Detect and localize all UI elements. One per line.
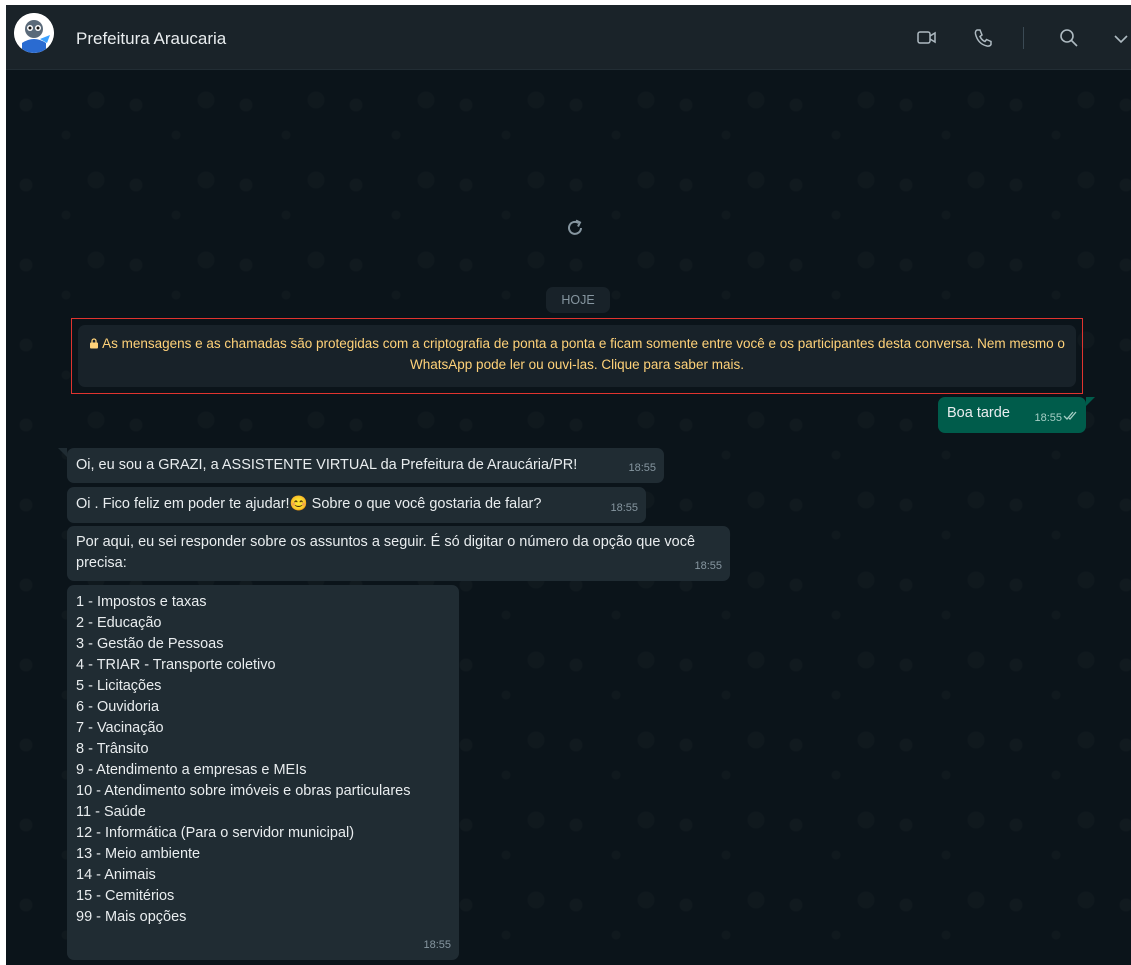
date-separator: HOJE	[546, 287, 610, 313]
menu-option: 5 - Licitações	[76, 678, 162, 694]
incoming-message[interactable]: Por aqui, eu sei responder sobre os assu…	[67, 526, 730, 581]
menu-message[interactable]: 1 - Impostos e taxas 2 - Educação 3 - Ge…	[67, 585, 459, 960]
message-time: 18:55	[1034, 412, 1062, 424]
menu-option: 6 - Ouvidoria	[76, 699, 160, 715]
message-text: Por aqui, eu sei responder sobre os assu…	[76, 534, 696, 571]
avatar[interactable]	[14, 13, 54, 53]
bubble-tail	[58, 448, 67, 457]
menu-option: 15 - Cemitérios	[76, 888, 175, 904]
bubble-tail	[1086, 397, 1095, 406]
read-receipt-icon	[1063, 407, 1079, 428]
menu-option: 14 - Animais	[76, 867, 156, 883]
encryption-notice-highlight: As mensagens e as chamadas são protegida…	[71, 318, 1083, 394]
message-time: 18:55	[694, 560, 722, 572]
menu-option: 8 - Trânsito	[76, 741, 149, 757]
message-time: 18:55	[423, 939, 451, 951]
message-time: 18:55	[610, 502, 638, 514]
smile-emoji-icon: 😊	[289, 496, 308, 512]
chat-header[interactable]: Prefeitura Araucaria	[6, 5, 1131, 70]
header-divider	[1023, 27, 1024, 49]
message-text-continued: Sobre o que você gostaria de falar?	[307, 496, 542, 512]
menu-option: 9 - Atendimento a empresas e MEIs	[76, 762, 307, 778]
menu-option: 2 - Educação	[76, 615, 162, 631]
search-icon[interactable]	[1058, 27, 1080, 49]
lock-icon	[89, 336, 102, 351]
incoming-message[interactable]: Oi, eu sou a GRAZI, a ASSISTENTE VIRTUAL…	[67, 448, 664, 483]
encryption-notice[interactable]: As mensagens e as chamadas são protegida…	[78, 325, 1076, 387]
menu-option: 11 - Saúde	[76, 804, 146, 820]
voice-call-icon[interactable]	[972, 27, 994, 49]
incoming-message[interactable]: Oi . Fico feliz em poder te ajudar!😊 Sob…	[67, 487, 646, 523]
encryption-notice-text: As mensagens e as chamadas são protegida…	[102, 336, 1065, 372]
menu-option: 1 - Impostos e taxas	[76, 594, 207, 610]
message-text: Oi, eu sou a GRAZI, a ASSISTENTE VIRTUAL…	[76, 457, 578, 473]
menu-option: 7 - Vacinação	[76, 720, 164, 736]
whatsapp-window: Prefeitura Araucaria HOJE As mensagens e…	[6, 5, 1131, 965]
menu-option: 12 - Informática (Para o servidor munici…	[76, 825, 355, 841]
chat-title[interactable]: Prefeitura Araucaria	[76, 29, 226, 49]
outgoing-message[interactable]: Boa tarde 18:55	[938, 397, 1086, 433]
menu-option: 99 - Mais opções	[76, 909, 187, 925]
message-time: 18:55	[628, 462, 656, 474]
menu-option: 10 - Atendimento sobre imóveis e obras p…	[76, 783, 411, 799]
video-call-icon[interactable]	[916, 27, 938, 49]
chevron-down-icon[interactable]	[1110, 27, 1131, 49]
menu-option: 3 - Gestão de Pessoas	[76, 636, 224, 652]
message-text: Oi . Fico feliz em poder te ajudar!	[76, 496, 290, 512]
refresh-icon[interactable]	[564, 217, 586, 239]
menu-option: 4 - TRIAR - Transporte coletivo	[76, 657, 276, 673]
menu-option: 13 - Meio ambiente	[76, 846, 201, 862]
message-text: Boa tarde	[947, 405, 1010, 421]
